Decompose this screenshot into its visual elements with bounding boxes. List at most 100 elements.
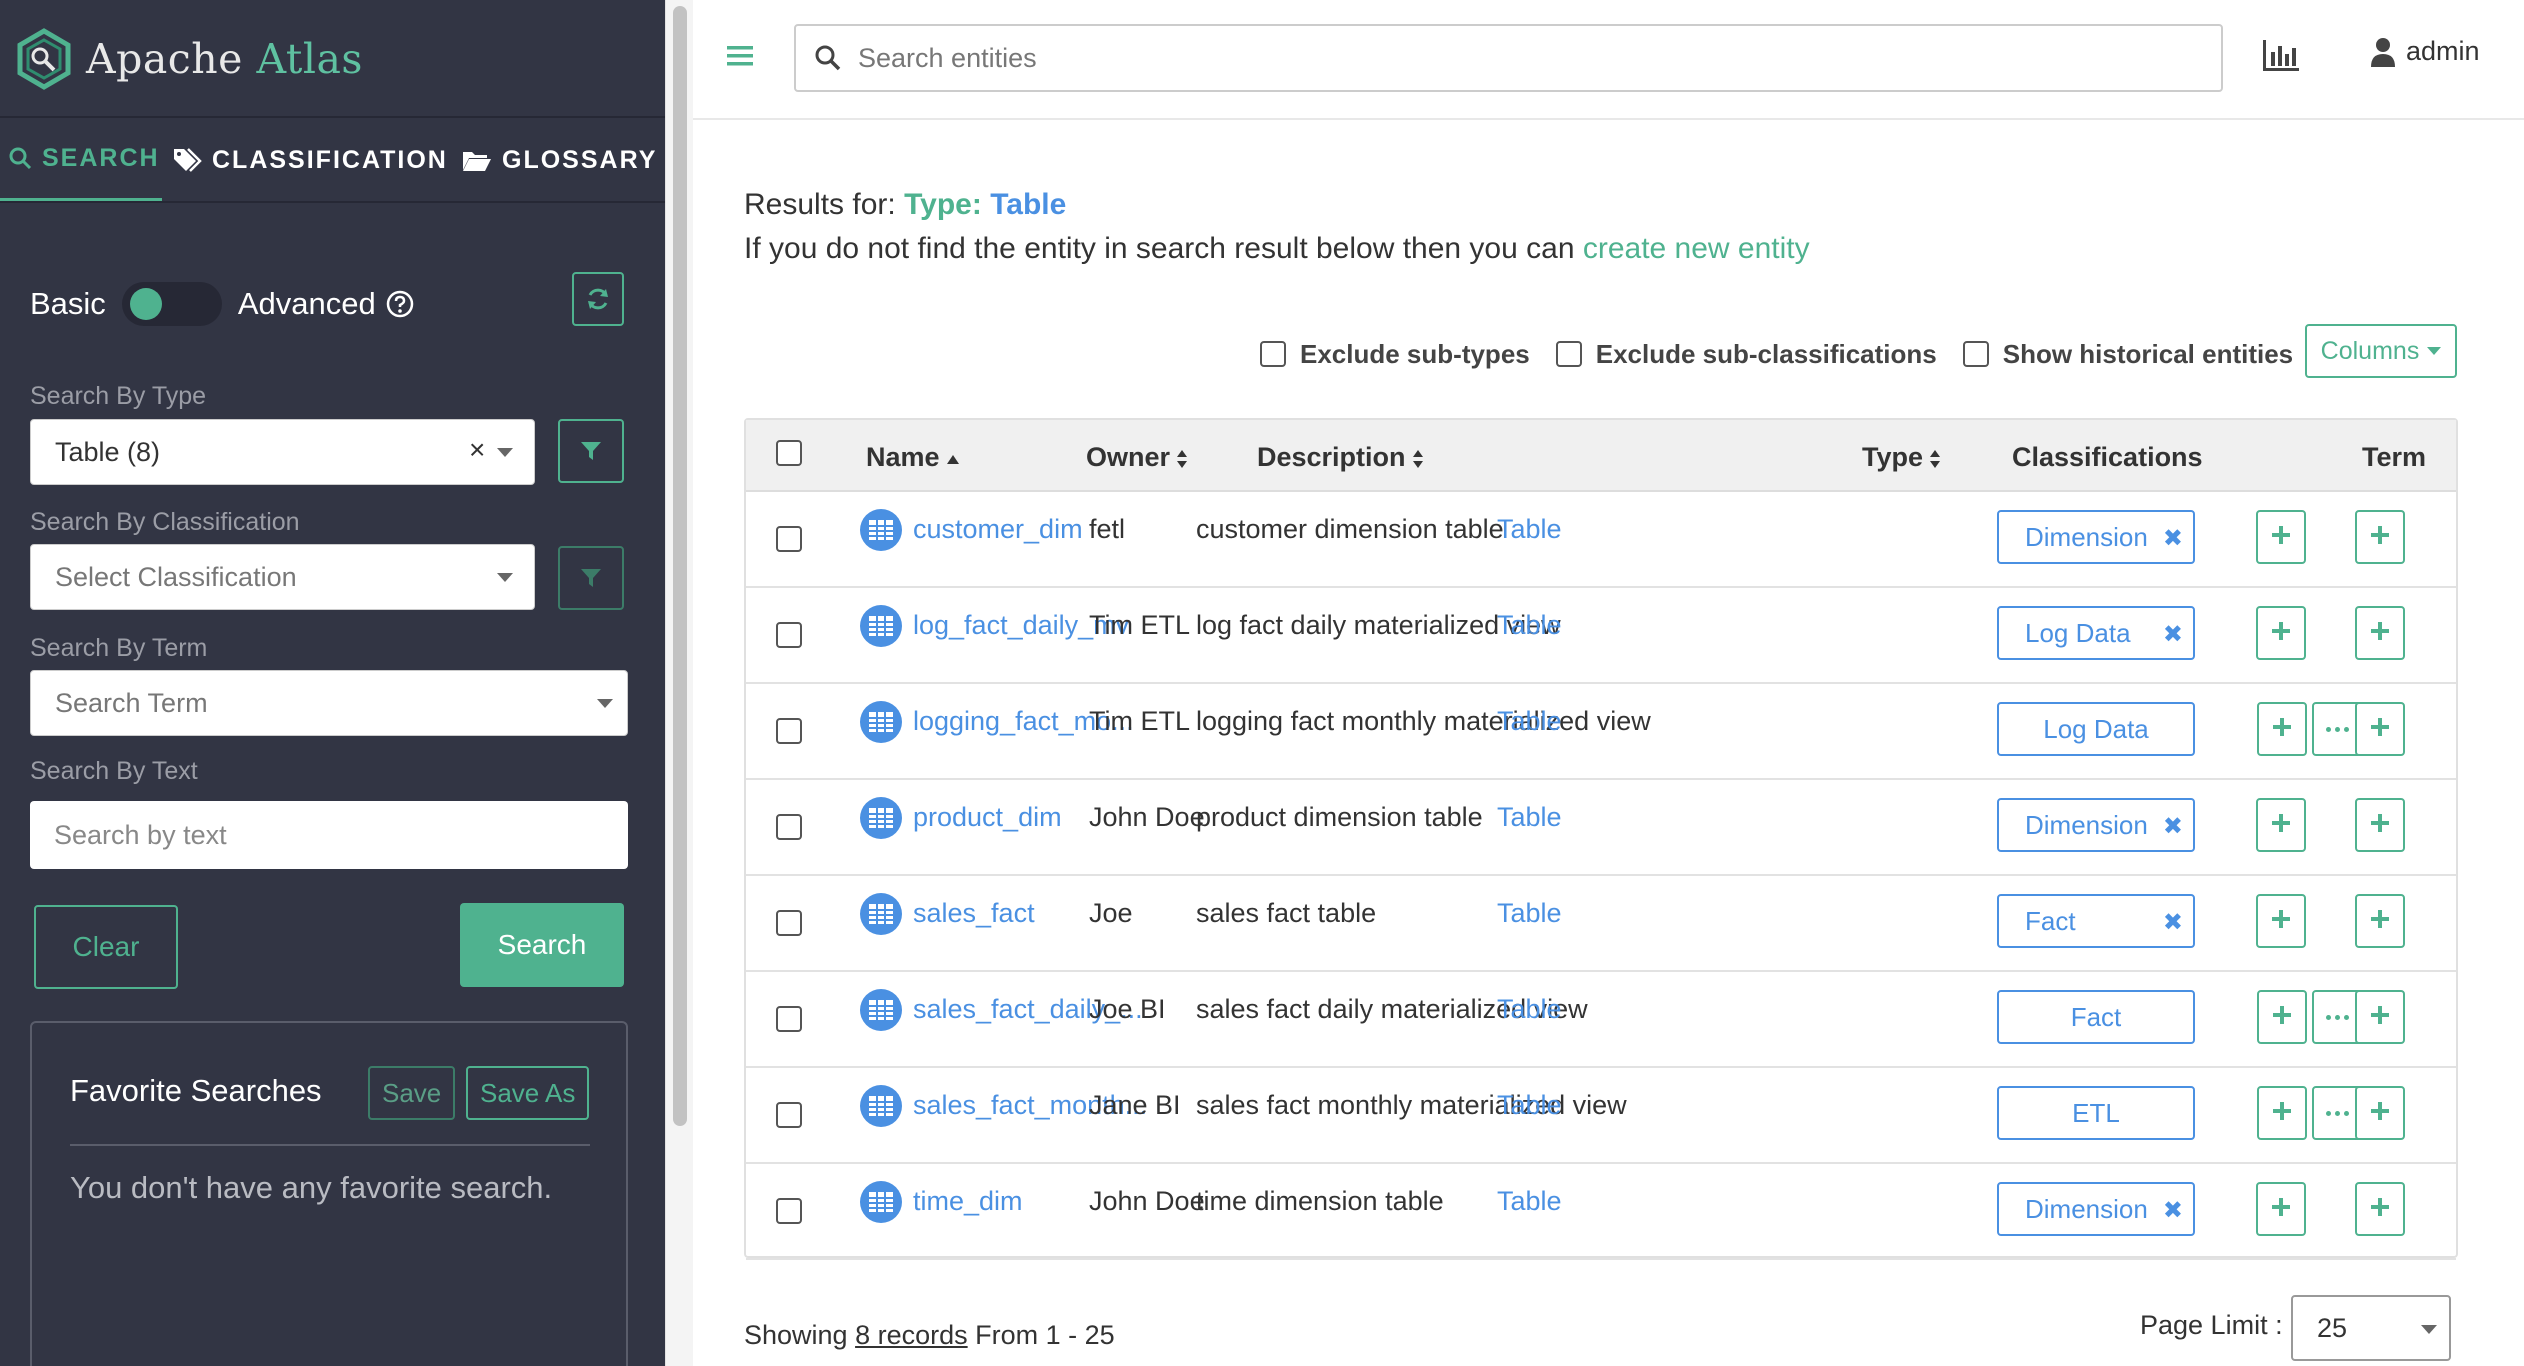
column-header-owner[interactable]: Owner (1086, 442, 1188, 473)
classification-tag[interactable]: Fact ✖ (1997, 894, 2195, 948)
entity-type-link[interactable]: Table (1497, 610, 1562, 641)
classification-select[interactable]: Select Classification (30, 544, 535, 610)
dot (2325, 1014, 2331, 1020)
tab-search[interactable]: SEARCH (0, 118, 162, 202)
entity-name-link[interactable]: time_dim (913, 1186, 1023, 1217)
row-checkbox[interactable] (776, 814, 802, 840)
search-button[interactable]: Search (460, 903, 624, 987)
add-term-button[interactable] (2355, 510, 2405, 564)
hamburger-menu-icon[interactable] (727, 44, 753, 68)
entity-type-link[interactable]: Table (1497, 802, 1562, 833)
entity-type-link[interactable]: Table (1497, 706, 1562, 737)
classification-tag[interactable]: Dimension ✖ (1997, 798, 2195, 852)
records-summary: Showing 8 records From 1 - 25 (744, 1320, 1115, 1350)
entity-name-link[interactable]: customer_dim (913, 514, 1083, 545)
search-entities-input[interactable] (858, 42, 2158, 74)
save-as-favorite-button[interactable]: Save As (466, 1066, 590, 1120)
column-header-type[interactable]: Type (1862, 442, 1941, 473)
entity-type-link[interactable]: Table (1497, 514, 1562, 545)
search-text-input[interactable] (30, 801, 628, 869)
entity-type-link[interactable]: Table (1497, 898, 1562, 929)
dot (2343, 726, 2349, 732)
clear-button[interactable]: Clear (34, 905, 178, 989)
table-row: logging_fact_mo... Tim ETL logging fact mo… (746, 684, 2456, 780)
save-favorite-button[interactable]: Save (368, 1066, 456, 1120)
column-header-description[interactable]: Description (1257, 442, 1424, 473)
add-classification-button[interactable] (2257, 1086, 2307, 1140)
row-checkbox[interactable] (776, 1102, 802, 1128)
add-classification-button[interactable] (2256, 798, 2306, 852)
search-icon (9, 147, 32, 170)
type-select[interactable]: Table (8) × (30, 419, 535, 485)
add-classification-button[interactable] (2257, 990, 2307, 1044)
question-circle-icon[interactable] (386, 290, 414, 318)
entity-type-link[interactable]: Table (1497, 1090, 1562, 1121)
classification-tag[interactable]: Dimension ✖ (1997, 510, 2195, 564)
type-filter-button[interactable] (558, 419, 624, 483)
main-content: admin Results for: Type: Table If you do… (693, 0, 2524, 1366)
entity-name-link[interactable]: product_dim (913, 802, 1062, 833)
scrollbar-thumb[interactable] (673, 6, 687, 1126)
term-select[interactable]: Search Term (30, 670, 628, 736)
add-classification-button[interactable] (2256, 1182, 2306, 1236)
user-menu[interactable]: admin (2370, 36, 2480, 67)
add-term-button[interactable] (2355, 606, 2405, 660)
plus-icon (2369, 1196, 2391, 1223)
row-checkbox[interactable] (776, 910, 802, 936)
add-classification-button[interactable] (2256, 606, 2306, 660)
remove-classification-icon[interactable]: ✖ (2163, 524, 2183, 553)
checkbox[interactable] (1260, 341, 1286, 367)
entity-name-link[interactable]: sales_fact (913, 898, 1035, 929)
add-term-button[interactable] (2355, 798, 2405, 852)
row-checkbox[interactable] (776, 622, 802, 648)
results-heading: Results for: Type: Table (744, 188, 1067, 221)
remove-classification-icon[interactable]: ✖ (2163, 1196, 2183, 1225)
show-historical-option[interactable]: Show historical entities (1962, 339, 2293, 370)
add-term-button[interactable] (2355, 1086, 2405, 1140)
add-classification-button[interactable] (2256, 510, 2306, 564)
add-classification-button[interactable] (2256, 894, 2306, 948)
add-term-button[interactable] (2355, 990, 2405, 1044)
entity-type-link[interactable]: Table (1497, 994, 1562, 1025)
column-header-name[interactable]: Name (866, 442, 960, 473)
row-checkbox[interactable] (776, 1198, 802, 1224)
statistics-icon[interactable] (2261, 38, 2301, 74)
add-classification-button[interactable] (2257, 702, 2307, 756)
refresh-button[interactable] (572, 272, 624, 326)
plus-icon (2369, 524, 2391, 551)
plus-icon (2369, 716, 2391, 743)
classification-tag[interactable]: Log Data (1997, 702, 2195, 756)
classification-tag[interactable]: Fact (1997, 990, 2195, 1044)
mode-toggle[interactable] (121, 282, 222, 326)
page-limit-select[interactable]: 25 (2291, 1295, 2451, 1361)
remove-classification-icon[interactable]: ✖ (2163, 908, 2183, 937)
columns-dropdown-button[interactable]: Columns (2305, 324, 2457, 378)
row-checkbox[interactable] (776, 526, 802, 552)
row-checkbox[interactable] (776, 718, 802, 744)
sidebar-scrollbar[interactable] (665, 0, 693, 1366)
classification-tag[interactable]: Log Data ✖ (1997, 606, 2195, 660)
add-term-button[interactable] (2355, 702, 2405, 756)
search-mode-switch: Basic Advanced (30, 278, 630, 330)
classification-filter-button[interactable] (558, 546, 624, 610)
brand[interactable]: Apache Atlas (16, 28, 363, 90)
plus-icon (2270, 620, 2292, 647)
checkbox[interactable] (1962, 341, 1989, 367)
remove-classification-icon[interactable]: ✖ (2163, 620, 2183, 649)
tab-classification[interactable]: CLASSIFICATION (172, 118, 448, 202)
remove-classification-icon[interactable]: ✖ (2163, 812, 2183, 841)
add-term-button[interactable] (2355, 1182, 2405, 1236)
classification-tag[interactable]: Dimension ✖ (1997, 1182, 2195, 1236)
entity-type-link[interactable]: Table (1497, 1186, 1562, 1217)
row-checkbox[interactable] (776, 1006, 802, 1032)
exclude-subclassifications-option[interactable]: Exclude sub-classifications (1555, 339, 1937, 370)
clear-type-icon[interactable]: × (469, 434, 485, 466)
exclude-subtypes-option[interactable]: Exclude sub-types (1260, 339, 1530, 370)
classification-tag[interactable]: ETL (1997, 1086, 2195, 1140)
tab-glossary[interactable]: GLOSSARY (462, 118, 657, 202)
records-link[interactable]: 8 records (855, 1320, 968, 1350)
select-all-checkbox[interactable] (776, 440, 802, 466)
checkbox[interactable] (1555, 341, 1582, 367)
create-entity-link[interactable]: create new entity (1583, 232, 1810, 265)
add-term-button[interactable] (2355, 894, 2405, 948)
